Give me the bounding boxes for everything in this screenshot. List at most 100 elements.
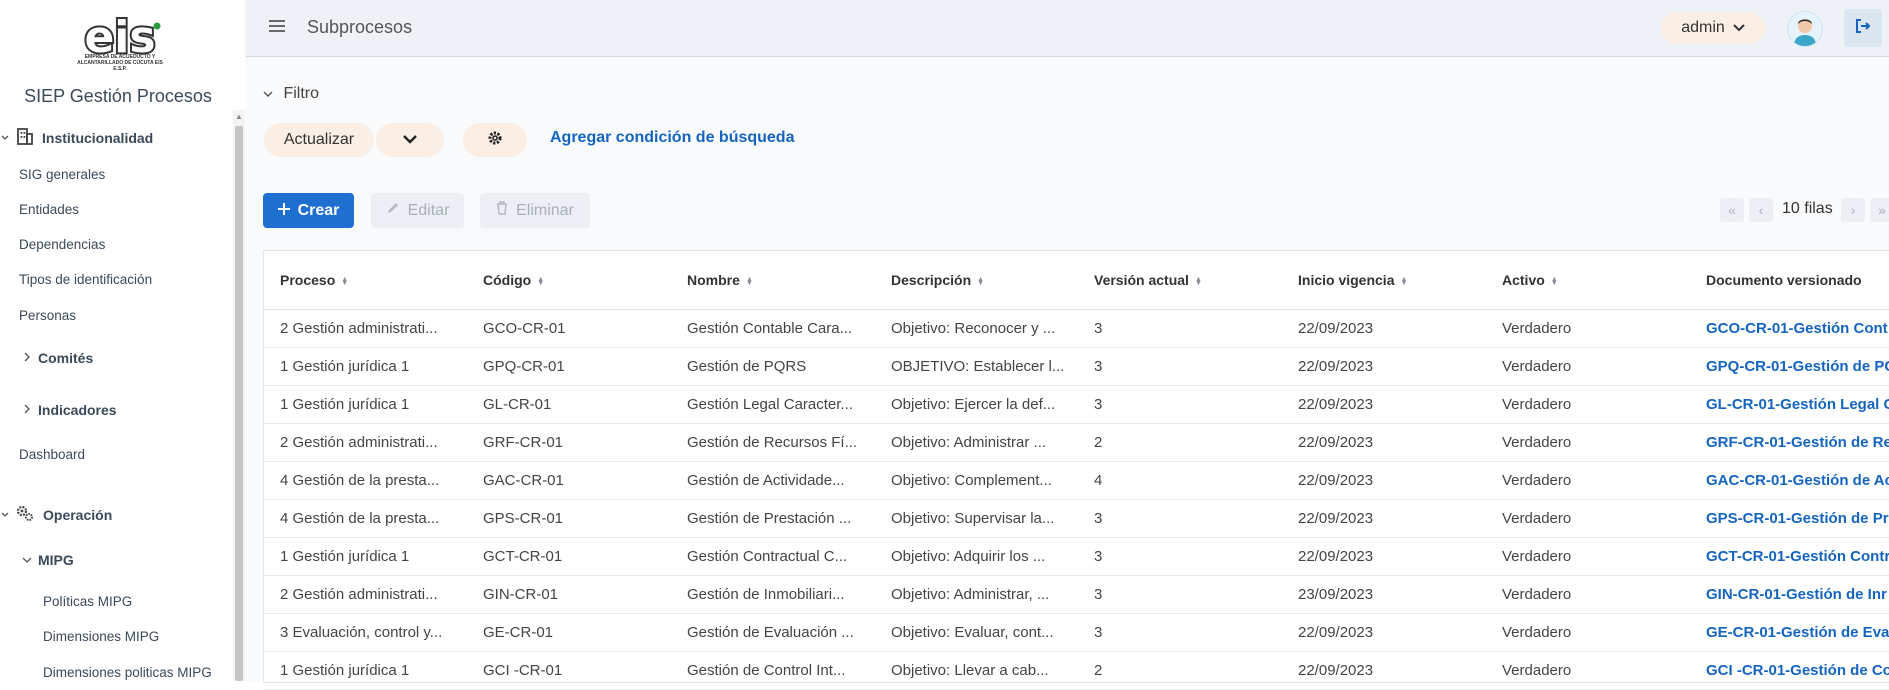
table-cell: Objetivo: Supervisar la... <box>875 499 1078 538</box>
document-link[interactable]: GCT-CR-01-Gestión Contr <box>1690 537 1889 576</box>
app-title: SIEP Gestión Procesos <box>24 86 212 106</box>
add-search-condition-link[interactable]: Agregar condición de búsqueda <box>550 129 794 147</box>
table-cell: 3 <box>1078 499 1282 538</box>
main-content: Filtro Actualizar Agregar condición de b… <box>246 57 1889 690</box>
previous-page-button[interactable]: ‹ <box>1749 198 1773 222</box>
table-row[interactable]: 2 Gestión administrati... GRF-CR-01 Gestió… <box>264 423 1889 462</box>
rows-per-page[interactable]: 10 filas <box>1782 200 1833 218</box>
pencil-icon <box>386 201 400 220</box>
table-cell: 3 <box>1078 385 1282 424</box>
table-row[interactable]: 1 Gestión jurídica 1 GL-CR-01 Gestión Lega… <box>264 385 1889 424</box>
sidebar: eis EMPRESA DE ACUEDUCTO Y ALCANTARILLAD… <box>0 0 247 681</box>
next-page-button[interactable]: › <box>1841 198 1865 222</box>
delete-button[interactable]: Eliminar <box>480 193 590 228</box>
refresh-button[interactable]: Actualizar <box>264 123 374 157</box>
document-link[interactable]: GAC-CR-01-Gestión de Ac <box>1690 461 1889 500</box>
sidebar-item-sig-generales[interactable]: SIG generales <box>19 167 105 182</box>
column-header[interactable]: Versión actual ▲▼ <box>1078 251 1282 310</box>
table-row[interactable]: 3 Evaluación, control y... GE-CR-01 Gestió… <box>264 613 1889 652</box>
column-header-label: Descripción <box>891 272 972 288</box>
document-link[interactable]: GPS-CR-01-Gestión de Pr <box>1690 499 1889 538</box>
sort-icon[interactable]: ▲▼ <box>746 276 753 284</box>
edit-label: Editar <box>407 201 450 219</box>
nav-group-mipg[interactable]: MIPG <box>20 552 74 568</box>
sort-icon[interactable]: ▲▼ <box>341 276 348 284</box>
table-row[interactable]: 1 Gestión jurídica 1 GCI -CR-01 Gestión de… <box>264 651 1889 690</box>
table-cell: 22/09/2023 <box>1282 499 1486 538</box>
table-cell: 2 <box>1078 423 1282 462</box>
document-link[interactable]: GL-CR-01-Gestión Legal C <box>1690 385 1889 424</box>
column-header-label: Nombre <box>687 272 740 288</box>
sidebar-scrollbar-thumb[interactable] <box>235 126 243 681</box>
document-link[interactable]: GCO-CR-01-Gestión Cont <box>1690 309 1889 348</box>
settings-button[interactable] <box>463 123 527 157</box>
avatar[interactable] <box>1787 11 1823 47</box>
table-row[interactable]: 1 Gestión jurídica 1 GCT-CR-01 Gestión Con… <box>264 537 1889 576</box>
table-cell: Objetivo: Evaluar, cont... <box>875 613 1078 652</box>
edit-button[interactable]: Editar <box>371 193 464 228</box>
logout-button[interactable] <box>1844 9 1882 47</box>
delete-label: Eliminar <box>516 201 574 219</box>
nav-group-indicadores[interactable]: Indicadores <box>20 402 117 418</box>
column-header[interactable]: Nombre ▲▼ <box>671 251 875 310</box>
nav-group-label: MIPG <box>38 552 74 568</box>
column-header-label: Documento versionado <box>1706 272 1862 288</box>
nav-group-comites[interactable]: Comités <box>20 350 93 366</box>
user-menu-button[interactable]: admin <box>1661 12 1765 44</box>
table-cell: GCI -CR-01 <box>467 651 671 690</box>
logo-caption: EMPRESA DE ACUEDUCTO Y ALCANTARILLADO DE… <box>77 54 163 72</box>
sidebar-item-politicas-mipg[interactable]: Políticas MIPG <box>43 594 132 609</box>
filter-toggle[interactable]: Filtro <box>263 85 319 103</box>
sort-icon[interactable]: ▲▼ <box>537 276 544 284</box>
column-header[interactable]: Descripción ▲▼ <box>875 251 1078 310</box>
page-title: Subprocesos <box>307 17 413 37</box>
table-cell: Objetivo: Administrar ... <box>875 423 1078 462</box>
scroll-up-arrow-icon[interactable]: ▲ <box>235 112 243 121</box>
sort-icon[interactable]: ▲▼ <box>977 276 984 284</box>
first-page-button[interactable]: « <box>1720 198 1744 222</box>
column-header[interactable]: Inicio vigencia ▲▼ <box>1282 251 1486 310</box>
table-row[interactable]: 2 Gestión administrati... GCO-CR-01 Gestió… <box>264 309 1889 348</box>
table-cell: GRF-CR-01 <box>467 423 671 462</box>
document-link[interactable]: GIN-CR-01-Gestión de Inr <box>1690 575 1889 614</box>
column-header[interactable]: Proceso ▲▼ <box>264 251 467 310</box>
last-page-button[interactable]: » <box>1870 198 1889 222</box>
sidebar-item-entidades[interactable]: Entidades <box>19 202 79 217</box>
sidebar-item-tipos-identificacion[interactable]: Tipos de identificación <box>19 272 152 287</box>
sort-icon[interactable]: ▲▼ <box>1400 276 1407 284</box>
document-link[interactable]: GPQ-CR-01-Gestión de PC <box>1690 347 1889 386</box>
document-link[interactable]: GE-CR-01-Gestión de Eval <box>1690 613 1889 652</box>
sidebar-item-personas[interactable]: Personas <box>19 308 76 323</box>
menu-icon[interactable] <box>268 17 286 40</box>
column-header[interactable]: Código ▲▼ <box>467 251 671 310</box>
nav-group-institucionalidad[interactable]: Institucionalidad <box>0 127 153 148</box>
sort-icon[interactable]: ▲▼ <box>1195 276 1202 284</box>
table-cell: 22/09/2023 <box>1282 309 1486 348</box>
table-cell: 1 Gestión jurídica 1 <box>264 347 467 386</box>
sidebar-item-dimensiones-politicas-mipg[interactable]: Dimensiones politicas MIPG <box>43 665 212 680</box>
table-cell: 2 Gestión administrati... <box>264 309 467 348</box>
nav-group-operacion[interactable]: Operación <box>0 504 112 525</box>
column-header[interactable]: Documento versionado <box>1690 251 1889 310</box>
sidebar-item-dimensiones-mipg[interactable]: Dimensiones MIPG <box>43 629 159 644</box>
nav-group-label: Operación <box>43 506 113 523</box>
sidebar-item-dashboard[interactable]: Dashboard <box>19 447 85 462</box>
user-name: admin <box>1681 19 1725 36</box>
sidebar-item-dependencias[interactable]: Dependencias <box>19 237 105 252</box>
column-header[interactable]: Activo ▲▼ <box>1486 251 1690 310</box>
sort-icon[interactable]: ▲▼ <box>1551 276 1558 284</box>
table-cell: Verdadero <box>1486 537 1690 576</box>
document-link[interactable]: GCI -CR-01-Gestión de Co <box>1690 651 1889 690</box>
table-cell: 23/09/2023 <box>1282 575 1486 614</box>
table-cell: 3 <box>1078 613 1282 652</box>
table-row[interactable]: 2 Gestión administrati... GIN-CR-01 Gestió… <box>264 575 1889 614</box>
table-row[interactable]: 1 Gestión jurídica 1 GPQ-CR-01 Gestión de … <box>264 347 1889 386</box>
document-link[interactable]: GRF-CR-01-Gestión de Re <box>1690 423 1889 462</box>
table-cell: 4 Gestión de la presta... <box>264 499 467 538</box>
refresh-options-button[interactable] <box>376 123 444 157</box>
table-cell: 3 <box>1078 347 1282 386</box>
create-button[interactable]: Crear <box>263 193 354 228</box>
table-row[interactable]: 4 Gestión de la presta... GAC-CR-01 Gestió… <box>264 461 1889 500</box>
table-row[interactable]: 4 Gestión de la presta... GPS-CR-01 Gestió… <box>264 499 1889 538</box>
create-label: Crear <box>297 201 340 219</box>
